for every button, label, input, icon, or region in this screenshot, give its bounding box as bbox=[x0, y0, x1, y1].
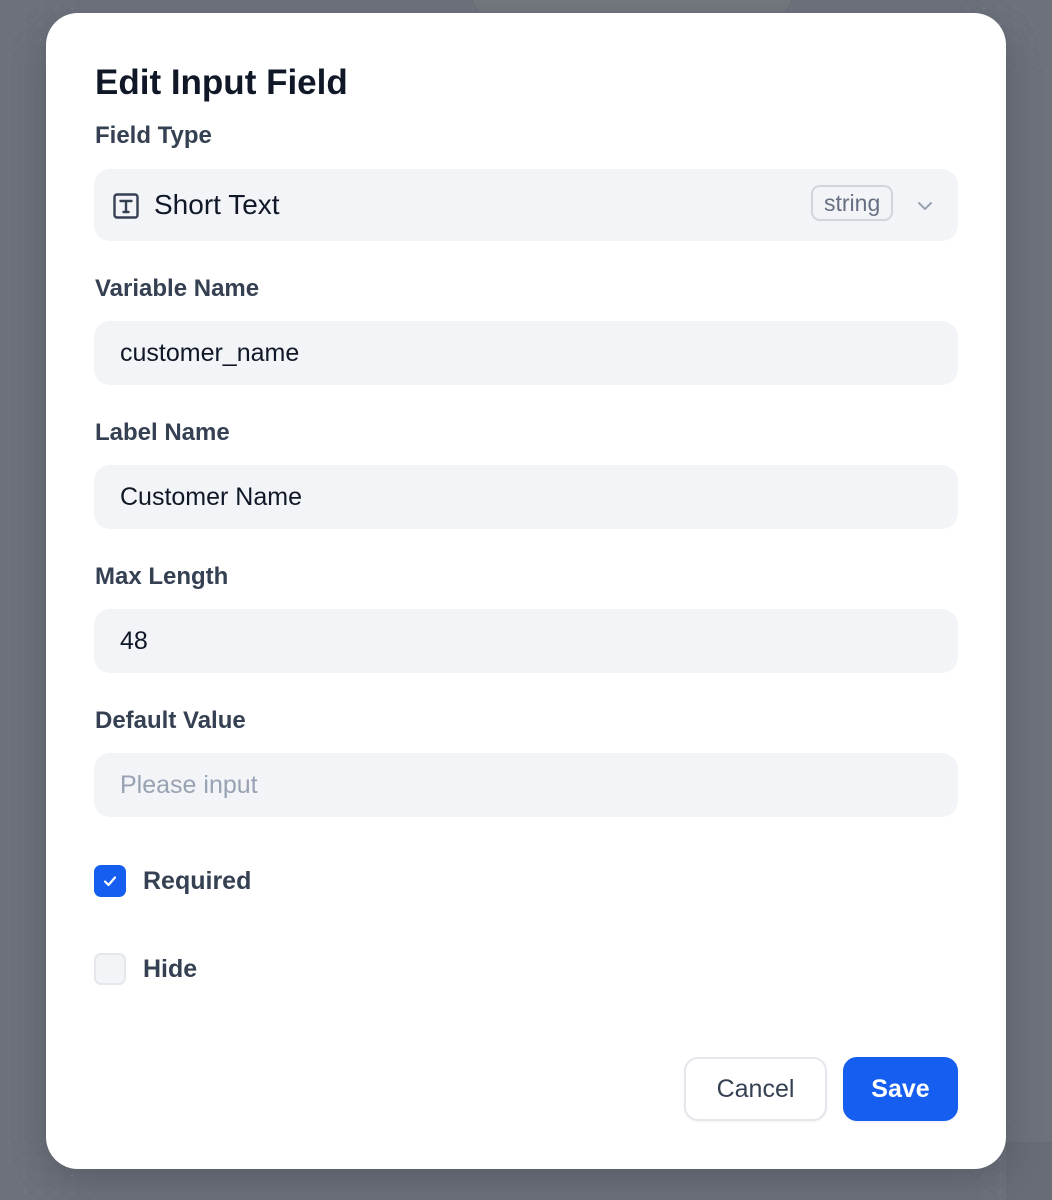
hide-checkbox[interactable] bbox=[94, 953, 126, 985]
dialog-title: Edit Input Field bbox=[95, 63, 348, 102]
variable-name-label: Variable Name bbox=[95, 275, 260, 302]
edit-input-field-dialog: Edit Input Field Field Type Short Text s… bbox=[46, 13, 1006, 1169]
required-label: Required bbox=[143, 866, 252, 895]
hide-option[interactable]: Hide bbox=[94, 952, 197, 986]
required-option[interactable]: Required bbox=[94, 864, 251, 898]
cancel-button[interactable]: Cancel bbox=[684, 1057, 827, 1121]
max-length-label: Max Length bbox=[95, 563, 229, 590]
checkmark-icon bbox=[103, 876, 117, 887]
default-value-input[interactable] bbox=[94, 753, 958, 817]
chevron-down-icon bbox=[918, 202, 932, 210]
type-badge: string bbox=[811, 185, 894, 221]
hide-label: Hide bbox=[143, 954, 198, 983]
background-tab bbox=[474, 0, 790, 12]
background-panel-corner bbox=[1006, 1142, 1052, 1200]
label-name-label: Label Name bbox=[95, 419, 230, 446]
field-type-label: Field Type bbox=[95, 122, 212, 149]
variable-name-input[interactable] bbox=[94, 321, 958, 385]
save-button[interactable]: Save bbox=[843, 1057, 958, 1121]
field-type-select[interactable]: Short Text string bbox=[94, 169, 958, 241]
field-type-value: Short Text bbox=[154, 189, 280, 220]
required-checkbox[interactable] bbox=[94, 865, 126, 897]
text-type-icon bbox=[113, 193, 139, 219]
max-length-input[interactable] bbox=[94, 609, 958, 673]
label-name-input[interactable] bbox=[94, 465, 958, 529]
default-value-label: Default Value bbox=[95, 707, 246, 734]
